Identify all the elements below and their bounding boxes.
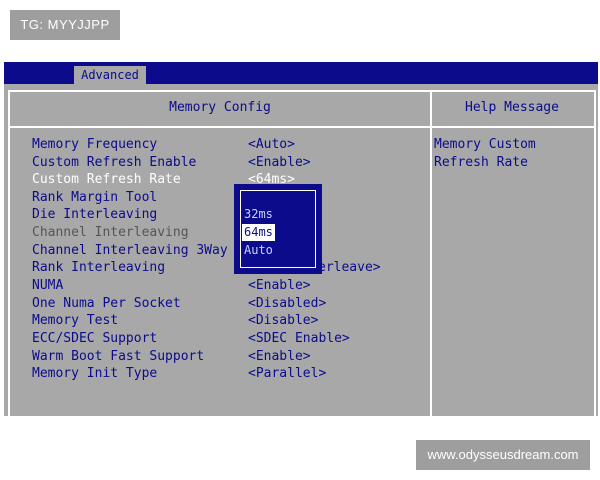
setting-label: ECC/SDEC Support	[32, 331, 158, 346]
popup-option-64ms[interactable]: 64ms	[242, 224, 275, 241]
bios-top-bar: Advanced	[4, 62, 598, 84]
setting-label: Memory Frequency	[32, 137, 158, 152]
memory-config-title: Memory Config	[169, 100, 271, 115]
popup-option-auto[interactable]: Auto	[242, 242, 275, 259]
setting-value: <Parallel>	[248, 366, 327, 381]
setting-value: <Disabled>	[248, 296, 327, 311]
watermark-site: www.odysseusdream.com	[416, 440, 590, 470]
setting-value: <SDEC Enable>	[248, 331, 350, 346]
setting-label: Channel Interleaving 3Way	[32, 243, 228, 258]
setting-value: <Auto>	[248, 137, 295, 152]
popup-option-32ms[interactable]: 32ms	[242, 206, 275, 223]
refresh-rate-popup: 32ms 64ms Auto	[234, 184, 322, 274]
setting-label: Warm Boot Fast Support	[32, 349, 205, 364]
tab-advanced[interactable]: Advanced	[74, 66, 146, 84]
setting-label: Custom Refresh Rate	[32, 172, 181, 187]
setting-value: erleave>	[318, 260, 381, 275]
setting-value: <Enable>	[248, 349, 311, 364]
panel-divider-vertical	[430, 90, 432, 416]
help-message-title: Help Message	[465, 100, 559, 115]
panel-divider-horizontal	[10, 126, 594, 128]
setting-label: Rank Interleaving	[32, 260, 166, 275]
setting-label: One Numa Per Socket	[32, 296, 181, 311]
setting-value: <Disable>	[248, 313, 319, 328]
setting-label: Rank Margin Tool	[32, 190, 158, 205]
setting-label: Custom Refresh Enable	[32, 155, 197, 170]
setting-label: NUMA	[32, 278, 64, 293]
watermark-tag: TG: MYYJJPP	[10, 10, 120, 40]
setting-label: Memory Test	[32, 313, 119, 328]
setting-label: Die Interleaving	[32, 207, 158, 222]
help-message-text: Memory Custom Refresh Rate	[434, 137, 536, 170]
setting-label: Memory Init Type	[32, 366, 158, 381]
setting-value: <Enable>	[248, 278, 311, 293]
setting-label: Channel Interleaving	[32, 225, 189, 240]
bios-screen: Advanced Memory Config Help Message Memo…	[4, 62, 598, 416]
setting-value: <Enable>	[248, 155, 311, 170]
